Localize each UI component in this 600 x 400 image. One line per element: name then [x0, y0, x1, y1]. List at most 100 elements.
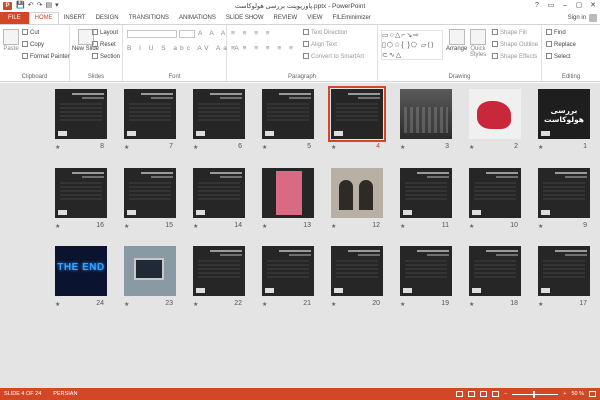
slide-thumbnail[interactable] — [124, 89, 176, 139]
slide-thumbnail[interactable] — [469, 168, 521, 218]
tab-slide-show[interactable]: SLIDE SHOW — [221, 12, 269, 24]
slide-thumbnail[interactable] — [400, 89, 452, 139]
tab-review[interactable]: REVIEW — [269, 12, 303, 24]
copy-button[interactable]: Copy — [22, 41, 44, 49]
animation-star-icon[interactable]: ★ — [124, 144, 129, 151]
zoom-level[interactable]: 50 % — [571, 391, 584, 397]
ribbon-display-icon[interactable]: ▭ — [544, 0, 558, 11]
tab-view[interactable]: VIEW — [302, 12, 327, 24]
slide-thumbnail[interactable] — [262, 246, 314, 296]
animation-star-icon[interactable]: ★ — [538, 223, 543, 230]
list-buttons[interactable]: ≡ ≡ ≡ ≡ — [231, 30, 273, 37]
animation-star-icon[interactable]: ★ — [538, 144, 543, 151]
tab-insert[interactable]: INSERT — [59, 12, 91, 24]
animation-star-icon[interactable]: ★ — [469, 144, 474, 151]
shape-fill-button[interactable]: Shape Fill — [492, 29, 527, 37]
zoom-in-button[interactable]: + — [563, 391, 566, 397]
animation-star-icon[interactable]: ★ — [55, 223, 60, 230]
slide-thumbnail[interactable] — [124, 246, 176, 296]
slide-thumbnail[interactable] — [262, 168, 314, 218]
minimize-icon[interactable]: – — [558, 0, 572, 11]
animation-star-icon[interactable]: ★ — [124, 223, 129, 230]
convert-smartart-button[interactable]: Convert to SmartArt — [303, 53, 364, 61]
slide-thumbnail[interactable] — [469, 89, 521, 139]
shape-effects-button[interactable]: Shape Effects — [492, 53, 537, 61]
slide-thumbnail[interactable] — [331, 168, 383, 218]
redo-icon[interactable]: ↷ — [37, 1, 43, 10]
undo-icon[interactable]: ↶ — [28, 1, 34, 10]
animation-star-icon[interactable]: ★ — [124, 301, 129, 308]
slide-sorter-view-icon[interactable] — [468, 391, 476, 397]
animation-star-icon[interactable]: ★ — [262, 223, 267, 230]
format-painter-button[interactable]: Format Painter — [22, 53, 70, 61]
tab-home[interactable]: HOME — [28, 12, 59, 24]
slide-thumbnail[interactable]: THE END — [55, 246, 107, 296]
animation-star-icon[interactable]: ★ — [400, 301, 405, 308]
tab-transitions[interactable]: TRANSITIONS — [124, 12, 174, 24]
account-avatar[interactable] — [589, 14, 597, 22]
quick-styles-button[interactable]: Quick Styles — [468, 29, 488, 58]
slide-sorter[interactable]: بررسی هولوکاست 1 ★ 2 ★ 3 ★ 4 ★ 5 ★ 6 ★ 7 ★ 8 ★ 9 ★ 10 ★ 11 ★ 12… — [0, 83, 600, 388]
maximize-icon[interactable]: ▢ — [572, 0, 586, 11]
language-indicator[interactable]: PERSIAN — [53, 391, 77, 397]
animation-star-icon[interactable]: ★ — [400, 223, 405, 230]
normal-view-icon[interactable] — [456, 391, 464, 397]
slideshow-view-icon[interactable] — [492, 391, 500, 397]
slide-thumbnail[interactable] — [55, 168, 107, 218]
animation-star-icon[interactable]: ★ — [193, 301, 198, 308]
slide-thumbnail[interactable] — [124, 168, 176, 218]
font-size-buttons[interactable]: A A A — [198, 30, 228, 37]
animation-star-icon[interactable]: ★ — [331, 144, 336, 151]
animation-star-icon[interactable]: ★ — [193, 144, 198, 151]
animation-star-icon[interactable]: ★ — [193, 223, 198, 230]
help-icon[interactable]: ? — [530, 0, 544, 11]
slide-thumbnail[interactable] — [331, 246, 383, 296]
zoom-out-button[interactable]: – — [504, 391, 507, 397]
animation-star-icon[interactable]: ★ — [469, 223, 474, 230]
start-from-beginning-icon[interactable]: ▤ — [45, 1, 52, 10]
slide-thumbnail[interactable] — [55, 89, 107, 139]
animation-star-icon[interactable]: ★ — [331, 301, 336, 308]
find-button[interactable]: Find — [546, 29, 566, 37]
slide-thumbnail[interactable] — [193, 246, 245, 296]
font-size-box[interactable] — [179, 30, 195, 38]
save-icon[interactable]: 💾 — [16, 1, 25, 10]
animation-star-icon[interactable]: ★ — [262, 144, 267, 151]
tab-file[interactable]: FILE — [0, 12, 29, 24]
slide-thumbnail[interactable] — [400, 168, 452, 218]
slide-thumbnail[interactable] — [328, 86, 386, 142]
zoom-slider[interactable] — [512, 390, 559, 398]
close-icon[interactable]: ✕ — [586, 0, 600, 11]
slide-thumbnail[interactable] — [538, 168, 590, 218]
slide-thumbnail[interactable] — [469, 246, 521, 296]
section-button[interactable]: Section — [92, 53, 120, 61]
arrange-button[interactable]: Arrange — [446, 29, 467, 52]
reading-view-icon[interactable] — [480, 391, 488, 397]
replace-button[interactable]: Replace — [546, 41, 576, 49]
customize-qat-icon[interactable]: ▾ — [55, 1, 59, 10]
animation-star-icon[interactable]: ★ — [469, 301, 474, 308]
reset-button[interactable]: Reset — [92, 41, 116, 49]
shape-outline-button[interactable]: Shape Outline — [492, 41, 538, 49]
select-button[interactable]: Select — [546, 53, 571, 61]
tab-fileminimizer[interactable]: FILEminimizer — [328, 12, 376, 24]
animation-star-icon[interactable]: ★ — [538, 301, 543, 308]
animation-star-icon[interactable]: ★ — [331, 223, 336, 230]
tab-animations[interactable]: ANIMATIONS — [174, 12, 221, 24]
slide-thumbnail[interactable] — [193, 168, 245, 218]
paste-button[interactable]: Paste — [3, 29, 19, 52]
animation-star-icon[interactable]: ★ — [262, 301, 267, 308]
layout-button[interactable]: Layout — [92, 29, 118, 37]
font-name-box[interactable] — [127, 30, 177, 38]
cut-button[interactable]: Cut — [22, 29, 39, 37]
animation-star-icon[interactable]: ★ — [55, 144, 60, 151]
shapes-gallery[interactable]: ▭○△⌐↘⇨ ▯⬡☆{ }⬠ ▱⟨⟩⊂∿△ — [381, 30, 443, 60]
text-direction-button[interactable]: Text Direction — [303, 29, 347, 37]
slide-thumbnail[interactable] — [400, 246, 452, 296]
animation-star-icon[interactable]: ★ — [55, 301, 60, 308]
slide-thumbnail[interactable] — [262, 89, 314, 139]
font-format-buttons[interactable]: B I U S abc AV Aa A — [127, 45, 242, 52]
tab-design[interactable]: DESIGN — [91, 12, 124, 24]
sign-in-link[interactable]: Sign in — [568, 12, 586, 24]
slide-thumbnail[interactable] — [193, 89, 245, 139]
